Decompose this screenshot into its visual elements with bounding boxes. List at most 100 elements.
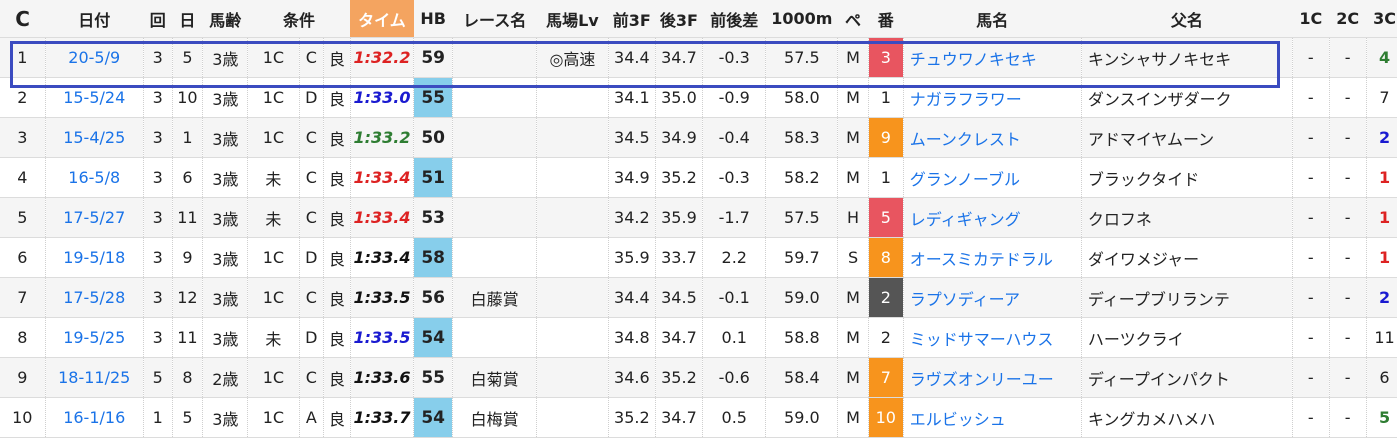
col-age[interactable]: 馬齢 [202, 0, 248, 38]
race-date-link[interactable]: 16-5/8 [44, 157, 144, 198]
col-sire[interactable]: 父名 [1081, 0, 1293, 38]
horse-name-link[interactable]: ムーンクレスト [902, 117, 1082, 158]
last-3f-cell: 34.9 [654, 117, 703, 158]
horse-name-link[interactable]: ナガラフラワー [910, 90, 1022, 109]
col-kai[interactable]: 回 [143, 0, 173, 38]
horse-name-link[interactable]: グランノーブル [902, 157, 1082, 198]
col-1c[interactable]: 1C [1292, 0, 1330, 38]
course-cell: C [298, 117, 324, 158]
day-cell: 1 [171, 117, 203, 158]
hb-cell: 59 [413, 37, 453, 78]
col-diff[interactable]: 前後差 [702, 0, 766, 38]
table-row[interactable]: 4 16-5/8 3 6 3歳未 C 良 1:33.4 51 34.9 35.2 -0.3 58.2 M 1… [0, 157, 1397, 198]
col-horse[interactable]: 馬名 [903, 0, 1082, 38]
pace-cell: M [837, 37, 869, 78]
horse-name-link[interactable]: エルビッシュ [910, 410, 1006, 429]
col-date[interactable]: 日付 [45, 0, 144, 38]
col-baba-lv[interactable]: 馬場Lv [536, 0, 609, 38]
col-ban[interactable]: 番 [868, 0, 904, 38]
corner-1c-cell: - [1291, 37, 1330, 78]
course-cell: D [298, 77, 324, 118]
race-date-link[interactable]: 16-1/16 [44, 397, 144, 438]
col-2c[interactable]: 2C [1329, 0, 1367, 38]
ban-cell: 10 [867, 397, 904, 438]
horse-name-link[interactable]: ラプソディーア [910, 290, 1020, 309]
first-3f-cell: 34.2 [607, 197, 656, 238]
m1000-cell: 59.0 [765, 397, 838, 438]
baba-lv-cell [536, 357, 609, 398]
horse-name-link[interactable]: ラヴズオンリーユー [902, 357, 1082, 398]
table-row[interactable]: 10 16-1/16 1 5 3歳 1C A 良 1:33.7 54 白梅賞 35.2 34.7 0.5 5… [0, 397, 1397, 438]
horse-name-link[interactable]: レディギャング [902, 197, 1082, 238]
horse-name-link[interactable]: ミッドサマーハウス [910, 330, 1054, 349]
race-date-link[interactable]: 17-5/28 [44, 277, 144, 318]
col-3c[interactable]: 3C [1366, 0, 1397, 38]
time-cell: 1:33.2 [349, 117, 414, 158]
race-date-link[interactable]: 16-5/8 [68, 168, 120, 187]
col-pace[interactable]: ペ [837, 0, 869, 38]
col-1000m[interactable]: 1000m [765, 0, 838, 38]
race-date-link[interactable]: 19-5/25 [63, 328, 125, 347]
sire-cell: キンシャサノキセキ [1080, 37, 1293, 78]
col-first-3f[interactable]: 前3F [608, 0, 656, 38]
race-date-link[interactable]: 19-5/18 [63, 248, 125, 267]
col-hb[interactable]: HB [413, 0, 453, 38]
col-time[interactable]: タイム [350, 0, 414, 38]
last-3f-cell: 34.7 [654, 37, 703, 78]
corner-1c-cell: - [1291, 157, 1330, 198]
course-cell: D [298, 237, 324, 278]
ban-cell: 2 [867, 277, 904, 318]
horse-name-link[interactable]: エルビッシュ [902, 397, 1082, 438]
table-row[interactable]: 3 15-4/25 3 1 3歳 1C C 良 1:33.2 50 34.5 34.9 -0.4 58.3… [0, 117, 1397, 158]
first-3f-cell: 34.1 [607, 77, 656, 118]
hb-cell: 58 [413, 237, 453, 278]
table-row[interactable]: 5 17-5/27 3 11 3歳未 C 良 1:33.4 53 34.2 35.9 -1.7 57.5… [0, 197, 1397, 238]
horse-name-link[interactable]: レディギャング [910, 210, 1021, 229]
horse-name-link[interactable]: ムーンクレスト [910, 130, 1021, 149]
race-date-link[interactable]: 20-5/9 [44, 37, 144, 78]
col-last-3f[interactable]: 後3F [655, 0, 703, 38]
race-date-link[interactable]: 17-5/27 [63, 208, 125, 227]
first-3f-cell: 34.6 [607, 357, 656, 398]
race-date-link[interactable]: 17-5/28 [63, 288, 125, 307]
race-date-link[interactable]: 19-5/25 [44, 317, 144, 358]
race-date-link[interactable]: 15-5/24 [63, 88, 125, 107]
horse-name-link[interactable]: ラヴズオンリーユー [910, 370, 1054, 389]
race-date-link[interactable]: 17-5/27 [44, 197, 144, 238]
col-race-name[interactable]: レース名 [452, 0, 537, 38]
race-date-link[interactable]: 15-5/24 [44, 77, 144, 118]
row-number: 7 [0, 277, 46, 318]
race-date-link[interactable]: 16-1/16 [63, 408, 125, 427]
table-row[interactable]: 9 18-11/25 5 8 2歳 1C C 良 1:33.6 55 白菊賞 34.6 35.2 -0.6… [0, 357, 1397, 398]
race-date-link[interactable]: 18-11/25 [44, 357, 144, 398]
table-row[interactable]: 8 19-5/25 3 11 3歳未 D 良 1:33.5 54 34.8 34.7 0.1 58.8 M… [0, 317, 1397, 358]
race-date-link[interactable]: 15-4/25 [44, 117, 144, 158]
m1000-cell: 59.7 [765, 237, 838, 278]
race-date-link[interactable]: 15-4/25 [63, 128, 125, 147]
table-row[interactable]: 1 20-5/9 3 5 3歳 1C C 良 1:32.2 59 ◎高速 34.4 34.7 -0.3 57… [0, 37, 1397, 78]
day-cell: 8 [171, 357, 203, 398]
col-day[interactable]: 日 [172, 0, 203, 38]
col-condition[interactable]: 条件 [247, 0, 351, 38]
horse-name-link[interactable]: グランノーブル [910, 170, 1020, 189]
horse-name-link[interactable]: ナガラフラワー [902, 77, 1082, 118]
horse-name-link[interactable]: オースミカテドラル [902, 237, 1082, 278]
race-name-cell [452, 37, 537, 78]
baba-lv-cell [536, 237, 609, 278]
horse-name-link[interactable]: オースミカテドラル [910, 250, 1053, 269]
race-date-link[interactable]: 18-11/25 [58, 368, 130, 387]
refresh-icon[interactable]: C [0, 0, 46, 38]
horse-name-link[interactable]: チュウワノキセキ [902, 37, 1082, 78]
table-row[interactable]: 6 19-5/18 3 9 3歳 1C D 良 1:33.4 58 35.9 33.7 2.2 59.7 S… [0, 237, 1397, 278]
age-cell: 3歳 [202, 37, 248, 78]
table-row[interactable]: 2 15-5/24 3 10 3歳 1C D 良 1:33.0 55 34.1 35.0 -0.9 58.… [0, 77, 1397, 118]
row-number: 10 [0, 397, 46, 438]
horse-name-link[interactable]: ミッドサマーハウス [902, 317, 1082, 358]
last-3f-cell: 33.7 [654, 237, 703, 278]
table-row[interactable]: 7 17-5/28 3 12 3歳 1C C 良 1:33.5 56 白藤賞 34.4 34.5 -0.1… [0, 277, 1397, 318]
going-cell: 良 [323, 37, 351, 78]
race-date-link[interactable]: 20-5/9 [68, 48, 120, 67]
horse-name-link[interactable]: ラプソディーア [902, 277, 1082, 318]
race-date-link[interactable]: 19-5/18 [44, 237, 144, 278]
horse-name-link[interactable]: チュウワノキセキ [910, 50, 1037, 69]
